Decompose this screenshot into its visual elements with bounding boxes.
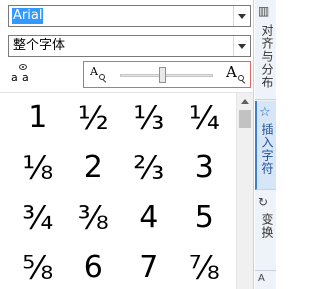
glyph-cell[interactable]: ⅜ xyxy=(66,193,122,243)
character-info-button[interactable]: a a xyxy=(8,62,34,86)
character-filter-value[interactable]: 整个字体 xyxy=(12,38,66,54)
chevron-down-icon[interactable] xyxy=(233,6,250,26)
tab-label: 插入字符 xyxy=(260,123,274,175)
tab-label: 对齐与分布 xyxy=(260,24,274,89)
glyph-cell[interactable]: ¾ xyxy=(10,193,66,243)
docker-tabs: ▥ 对齐与分布 ☆ 插入字符 ↻ 变换 A xyxy=(255,0,276,289)
chevron-down-icon[interactable] xyxy=(233,36,250,56)
char-info-letter: a xyxy=(11,71,18,84)
star-icon: ☆ xyxy=(259,105,271,120)
glyph-cell[interactable]: 5 xyxy=(177,193,233,243)
font-selector[interactable]: Arial xyxy=(8,5,251,27)
vertical-scrollbar[interactable] xyxy=(236,93,253,289)
tab-transform[interactable]: ↻ 变换 xyxy=(255,191,276,271)
glyph-cell[interactable]: 4 xyxy=(121,193,177,243)
magnifier-icon xyxy=(99,74,105,80)
tab-align-distribute[interactable]: ▥ 对齐与分布 xyxy=(255,0,276,100)
glyph-grid-area: 1½⅓¼⅛2⅔3¾⅜45⅝67⅞ xyxy=(0,92,254,289)
scroll-up-arrow-icon[interactable] xyxy=(237,93,253,109)
zoom-slider-track[interactable] xyxy=(120,74,213,77)
glyph-cell[interactable]: ⅞ xyxy=(177,243,233,289)
glyph-grid: 1½⅓¼⅛2⅔3¾⅜45⅝67⅞ xyxy=(10,93,232,289)
glyph-cell[interactable]: 7 xyxy=(121,243,177,289)
character-filter-selector[interactable]: 整个字体 xyxy=(8,35,251,57)
glyph-cell[interactable]: ⅝ xyxy=(10,243,66,289)
glyph-row: ⅝67⅞ xyxy=(10,243,232,289)
glyph-row: 1½⅓¼ xyxy=(10,93,232,143)
align-icon: ▥ xyxy=(258,4,270,18)
glyph-cell[interactable]: ¼ xyxy=(177,93,233,143)
glyph-row: ⅛2⅔3 xyxy=(10,143,232,193)
glyph-cell[interactable]: 6 xyxy=(66,243,122,289)
glyph-cell[interactable]: ½ xyxy=(66,93,122,143)
glyph-cell[interactable]: 2 xyxy=(66,143,122,193)
transform-icon: ↻ xyxy=(258,195,269,209)
char-info-letter: a xyxy=(22,71,29,84)
glyph-cell[interactable]: 1 xyxy=(10,93,66,143)
tab-text-properties[interactable]: A xyxy=(255,272,276,289)
glyph-row: ¾⅜45 xyxy=(10,193,232,243)
magnifier-icon xyxy=(238,75,244,81)
zoom-in-icon[interactable]: A xyxy=(226,63,237,81)
text-icon: A xyxy=(258,273,265,284)
zoom-slider-thumb[interactable] xyxy=(158,67,166,83)
scrollbar-thumb[interactable] xyxy=(239,110,251,128)
tab-insert-character[interactable]: ☆ 插入字符 xyxy=(255,101,276,190)
glyph-cell[interactable]: ⅔ xyxy=(121,143,177,193)
glyph-cell[interactable]: ⅛ xyxy=(10,143,66,193)
glyph-cell[interactable]: 3 xyxy=(177,143,233,193)
eye-icon xyxy=(19,64,27,70)
glyph-cell[interactable]: ⅓ xyxy=(121,93,177,143)
zoom-control: A A xyxy=(83,61,251,88)
font-selector-value[interactable]: Arial xyxy=(12,8,44,24)
tab-label: 变换 xyxy=(260,213,274,239)
insert-character-panel: Arial 整个字体 a a A A 1½⅓¼⅛2⅔3¾⅜45⅝67⅞ xyxy=(0,0,254,289)
zoom-out-icon[interactable]: A xyxy=(90,65,98,78)
glyph-toolbar: a a A A xyxy=(0,60,254,90)
